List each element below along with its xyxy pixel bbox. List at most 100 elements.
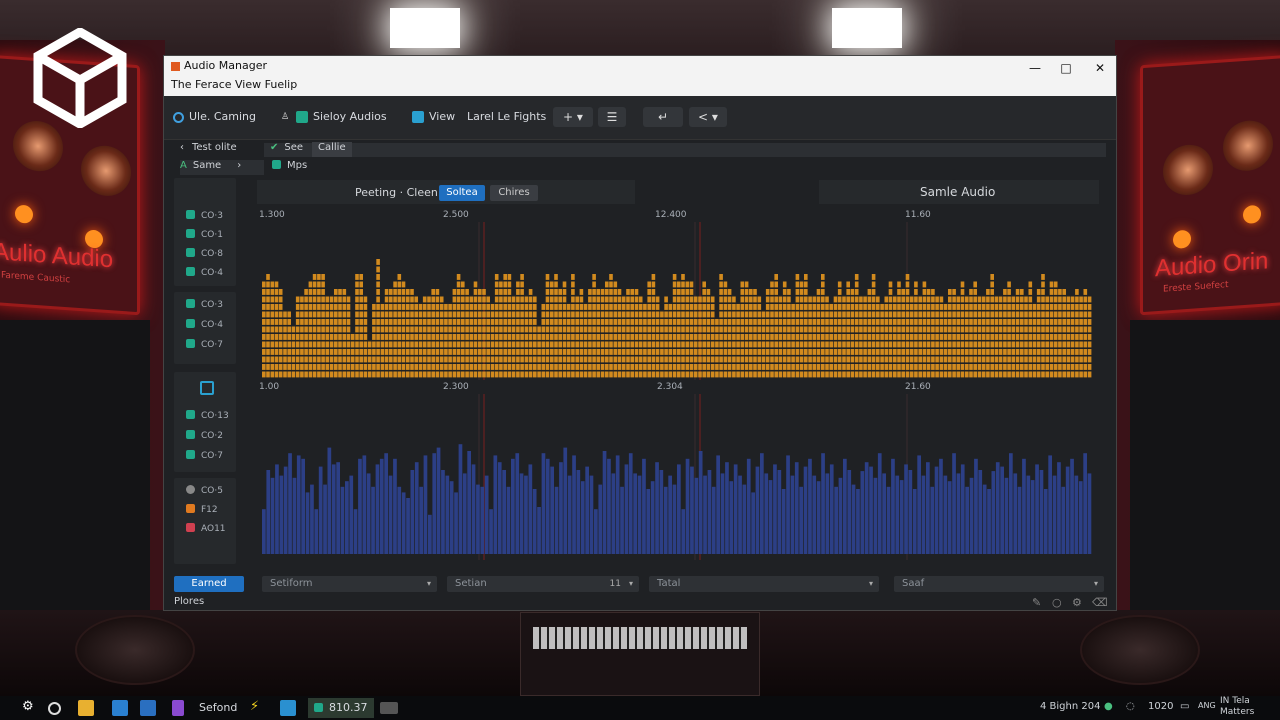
bar-segment bbox=[346, 334, 351, 340]
bar-segment bbox=[1036, 296, 1041, 303]
folder-icon[interactable] bbox=[78, 700, 94, 716]
blue-waveform-plot[interactable]: 1.00 2.300 2.304 21.60 bbox=[257, 380, 1099, 560]
bar-segment bbox=[1087, 349, 1092, 355]
app-icon[interactable] bbox=[140, 700, 156, 716]
bar-segment bbox=[520, 326, 524, 333]
bar-segment bbox=[503, 274, 507, 280]
track-item[interactable]: CO·8 bbox=[186, 248, 223, 259]
track-item[interactable]: CO·3 bbox=[186, 299, 223, 310]
search-tool[interactable]: Ule. Caming bbox=[173, 110, 256, 123]
bar-segment bbox=[617, 371, 622, 378]
nav-item-same[interactable]: A Same › bbox=[180, 160, 264, 175]
orange-waveform-plot[interactable]: 1.300 2.500 12.400 11.60 bbox=[257, 208, 1099, 380]
maximize-button[interactable]: □ bbox=[1051, 59, 1081, 77]
earned-button[interactable]: Earned bbox=[174, 576, 244, 592]
battery-icon[interactable]: ▭ bbox=[1180, 701, 1189, 712]
bar-segment bbox=[753, 311, 757, 318]
pencil-icon[interactable]: ✎ bbox=[1032, 596, 1041, 609]
bar-segment bbox=[837, 371, 842, 378]
track-item[interactable]: CO·4 bbox=[186, 267, 223, 278]
bar-segment bbox=[922, 319, 927, 325]
bar-segment bbox=[605, 311, 609, 318]
track-item[interactable]: CO·13 bbox=[186, 410, 229, 421]
track-item[interactable]: CO·5 bbox=[186, 485, 223, 496]
track-item[interactable]: F12 bbox=[186, 504, 218, 515]
tatal-select[interactable]: Tatal ▾ bbox=[649, 576, 879, 592]
notification-area[interactable]: IN Tela Matters bbox=[1220, 696, 1254, 718]
nav-item-see[interactable]: ✔ See bbox=[270, 142, 303, 157]
close-button[interactable]: ✕ bbox=[1085, 59, 1115, 77]
bar-segment bbox=[825, 296, 829, 303]
bar-segment bbox=[456, 326, 461, 333]
bar-segment bbox=[262, 334, 266, 340]
nav-item-test-olite[interactable]: ‹ Test olite bbox=[180, 142, 237, 157]
search-icon[interactable] bbox=[48, 702, 61, 715]
edit-icon[interactable] bbox=[200, 381, 214, 395]
left-panel-subtitle: Fareme Caustic bbox=[1, 270, 71, 286]
app-icon[interactable] bbox=[280, 700, 296, 716]
bar-segment bbox=[1070, 311, 1075, 318]
bar-segment bbox=[308, 319, 313, 325]
bar-segment bbox=[376, 326, 380, 333]
list-button[interactable]: ☰ bbox=[598, 107, 626, 127]
bar-segment bbox=[638, 341, 643, 348]
bar-segment bbox=[588, 356, 592, 363]
app-icon[interactable] bbox=[112, 700, 128, 716]
bar-segment bbox=[338, 289, 342, 295]
bar-segment bbox=[799, 296, 804, 303]
bar-segment bbox=[880, 371, 884, 378]
tray-lang[interactable]: ANG bbox=[1198, 701, 1216, 710]
chip-chires[interactable]: Chires bbox=[490, 185, 538, 201]
bar-segment bbox=[490, 356, 495, 363]
bar-segment bbox=[969, 304, 973, 310]
bar-segment bbox=[935, 356, 939, 363]
circle-icon[interactable]: ○ bbox=[1052, 596, 1062, 609]
waveform-bar bbox=[519, 473, 524, 554]
track-item[interactable]: CO·1 bbox=[186, 229, 223, 240]
network-icon[interactable]: ● bbox=[1104, 701, 1113, 712]
track-item[interactable]: CO·3 bbox=[186, 210, 223, 221]
bar-segment bbox=[478, 304, 482, 310]
taskbar-app-label[interactable]: Sefond bbox=[199, 701, 237, 714]
lights-tool[interactable]: Larel Le Fights bbox=[467, 110, 546, 123]
bolt-icon[interactable]: ⚡ bbox=[250, 699, 266, 715]
waveform-bar bbox=[422, 296, 427, 378]
track-item[interactable]: CO·2 bbox=[186, 430, 223, 441]
setian-select[interactable]: Setian 11 ▾ bbox=[447, 576, 639, 592]
nav-item-mps[interactable]: Mps bbox=[272, 160, 307, 175]
track-item[interactable]: AO11 bbox=[186, 523, 226, 534]
track-item[interactable]: CO·4 bbox=[186, 319, 223, 330]
saaf-select[interactable]: Saaf ▾ bbox=[894, 576, 1104, 592]
audios-tool[interactable]: ♙ Sieloy Audios bbox=[279, 110, 387, 123]
bar-segment bbox=[871, 319, 876, 325]
gear-icon[interactable]: ⚙ bbox=[1072, 596, 1082, 609]
bar-segment bbox=[410, 289, 414, 295]
taskbar-active-app[interactable]: 810.37 bbox=[308, 698, 374, 718]
view-tool[interactable]: View bbox=[412, 110, 455, 123]
nav-item-callie[interactable]: Callie bbox=[312, 142, 352, 157]
waveform-bar bbox=[753, 289, 757, 378]
track-item[interactable]: CO·7 bbox=[186, 339, 223, 350]
back-button[interactable]: < ▾ bbox=[689, 107, 727, 127]
bar-segment bbox=[503, 281, 507, 288]
add-button[interactable]: + ▾ bbox=[553, 107, 593, 127]
bar-segment bbox=[757, 334, 762, 340]
tray-time[interactable]: 1020 bbox=[1148, 701, 1173, 712]
track-item[interactable]: CO·7 bbox=[186, 450, 223, 461]
return-button[interactable]: ↵ bbox=[643, 107, 683, 127]
bar-segment bbox=[808, 304, 812, 310]
eraser-icon[interactable]: ⌫ bbox=[1092, 596, 1108, 609]
bar-segment bbox=[266, 334, 270, 340]
chat-icon[interactable] bbox=[380, 702, 398, 714]
bar-segment bbox=[825, 364, 829, 370]
chip-soltea[interactable]: Soltea bbox=[439, 185, 485, 201]
start-icon[interactable]: ⚙ bbox=[22, 699, 38, 715]
bar-segment bbox=[393, 296, 397, 303]
minimize-button[interactable]: — bbox=[1020, 59, 1050, 77]
bar-segment bbox=[702, 319, 706, 325]
wifi-icon[interactable]: ◌ bbox=[1126, 701, 1135, 712]
bar-segment bbox=[533, 334, 537, 340]
bar-segment bbox=[939, 304, 944, 310]
setiform-select[interactable]: Setiform ▾ bbox=[262, 576, 437, 592]
app-icon[interactable] bbox=[172, 700, 184, 716]
